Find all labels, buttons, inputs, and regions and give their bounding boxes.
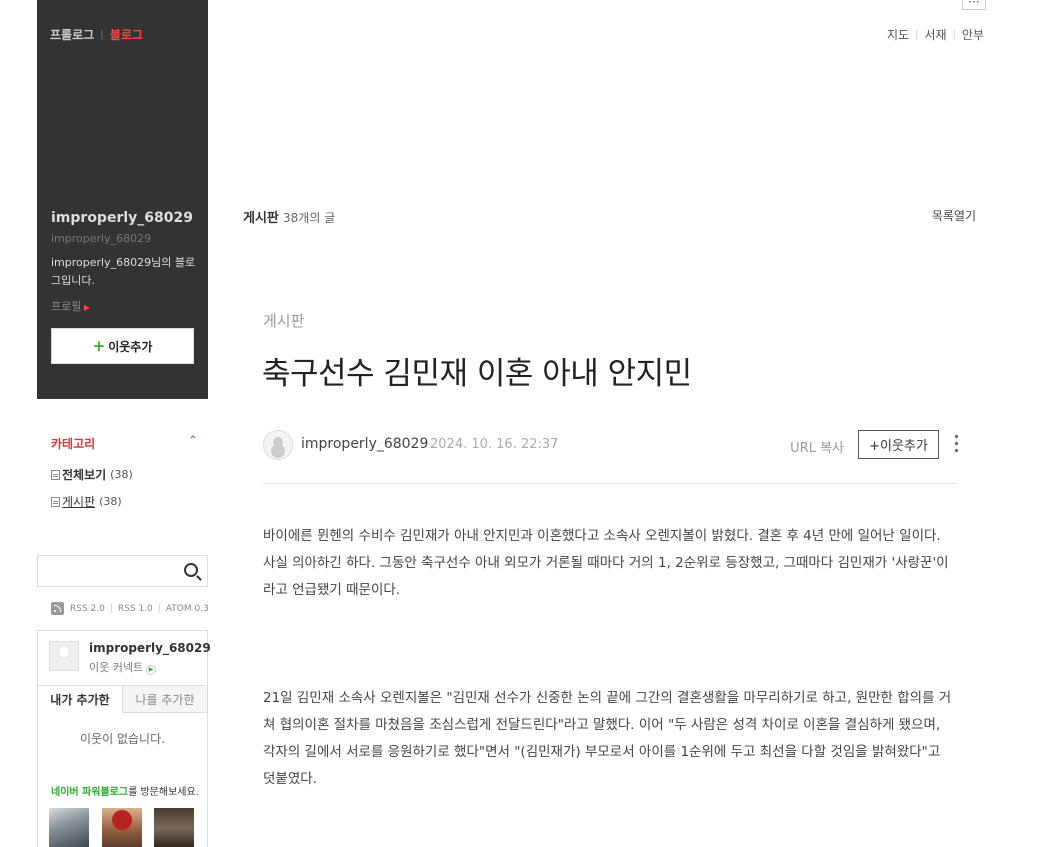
post-paragraph: 21일 김민재 소속사 오렌지볼은 "김민재 선수가 신중한 논의 끝에 그간의… — [263, 690, 952, 787]
blog-intro: improperly_68029님의 블로그입니다. — [51, 256, 196, 287]
author-avatar[interactable] — [263, 430, 293, 460]
separator: | — [915, 29, 919, 40]
category-item-board[interactable]: 게시판 (38) — [51, 493, 122, 510]
search-box — [37, 555, 208, 587]
category-count: (38) — [99, 495, 122, 508]
board-count: 38개의 글 — [283, 211, 336, 225]
top-link-library[interactable]: 서재 — [924, 26, 946, 43]
profile-link[interactable]: 프로필 ▶ — [51, 298, 90, 314]
profile-link-label: 프로필 — [51, 300, 82, 313]
rss-links: RSS 2.0 | RSS 1.0 | ATOM 0.3 — [51, 602, 209, 615]
separator: | — [952, 29, 956, 40]
category-count: (38) — [110, 468, 133, 481]
document-icon — [51, 496, 60, 507]
category-label: 게시판 — [62, 495, 96, 509]
search-icon[interactable] — [184, 563, 198, 577]
power-blog-thumbnail[interactable] — [49, 808, 89, 847]
category-label: 전체보기 — [62, 468, 107, 482]
chevron-up-icon[interactable]: ⌃ — [189, 435, 197, 446]
search-input[interactable] — [38, 556, 173, 586]
top-link-map[interactable]: 지도 — [887, 26, 909, 43]
arrow-right-icon: ▶ — [81, 303, 91, 312]
separator: | — [100, 29, 104, 40]
post-date: 2024. 10. 16. 22:37 — [430, 437, 559, 452]
tab-added-me[interactable]: 나를 추가한 — [122, 686, 207, 713]
blog-profile-panel: 프롤로그 | 블로그 improperly_68029 improperly_6… — [37, 0, 208, 399]
rss-icon — [51, 602, 64, 615]
document-icon — [51, 469, 60, 480]
post-meta: improperly_68029 2024. 10. 16. 22:37 URL… — [263, 429, 959, 461]
neighbor-connect-link[interactable]: 이웃 커넥트 ▶ — [89, 659, 157, 675]
top-links: 지도 | 서재 | 안부 — [887, 26, 984, 43]
power-blog-thumbnail[interactable] — [154, 808, 194, 847]
separator: | — [109, 603, 113, 614]
power-blog-thumbnail[interactable] — [102, 808, 142, 847]
plus-icon: + — [92, 337, 106, 355]
tab-blog[interactable]: 블로그 — [110, 26, 143, 43]
separator: | — [157, 603, 161, 614]
atom-link[interactable]: ATOM 0.3 — [166, 604, 209, 614]
list-open-button[interactable]: 목록열기 — [932, 207, 976, 224]
add-neighbor-button[interactable]: + 이웃추가 — [51, 328, 194, 364]
add-neighbor-label: 이웃추가 — [108, 339, 153, 354]
top-link-guestbook[interactable]: 안부 — [962, 26, 984, 43]
blog-id: improperly_68029 — [51, 232, 152, 245]
board-header: 게시판 38개의 글 — [243, 207, 335, 226]
category-title: 카테고리 — [51, 437, 96, 451]
add-neighbor-post-button[interactable]: +이웃추가 — [858, 430, 939, 459]
empty-neighbors-text: 이웃이 없습니다. — [80, 732, 165, 746]
avatar — [49, 641, 79, 671]
more-menu-icon[interactable]: ··· — [962, 0, 986, 10]
neighbor-connect-label: 이웃 커넥트 — [89, 661, 144, 674]
post-title: 축구선수 김민재 이혼 아내 안지민 — [262, 356, 692, 392]
kebab-menu-icon[interactable] — [955, 435, 959, 455]
category-item-all[interactable]: 전체보기 (38) — [51, 466, 133, 483]
board-title[interactable]: 게시판 — [243, 211, 279, 226]
post-paragraph: 바이에른 뮌헨의 수비수 김민재가 아내 안지민과 이혼했다고 소속사 오렌지볼… — [263, 528, 949, 598]
tab-prologue[interactable]: 프롤로그 — [50, 26, 94, 43]
rss-1-link[interactable]: RSS 1.0 — [118, 604, 153, 614]
post-author[interactable]: improperly_68029 — [301, 436, 428, 452]
neighbor-widget: improperly_68029 이웃 커넥트 ▶ 내가 추가한 나를 추가한 이… — [37, 630, 211, 847]
play-icon: ▶ — [146, 665, 157, 675]
neighbor-tabs: 내가 추가한 나를 추가한 — [38, 685, 207, 713]
rss-2-link[interactable]: RSS 2.0 — [70, 604, 105, 614]
blog-tabs: 프롤로그 | 블로그 — [50, 26, 143, 43]
blog-nickname: improperly_68029 — [51, 210, 193, 226]
post-category[interactable]: 게시판 — [263, 310, 304, 331]
category-header[interactable]: 카테고리 ⌃ — [51, 435, 197, 452]
tab-added-by-me[interactable]: 내가 추가한 — [38, 686, 122, 713]
neighbor-owner-name: improperly_68029 — [89, 641, 211, 655]
power-blog-rest: 를 방문해보세요. — [128, 787, 199, 798]
divider — [263, 483, 956, 484]
power-blog-highlight: 네이버 파워블로그 — [51, 787, 129, 798]
url-copy-button[interactable]: URL 복사 — [790, 437, 844, 456]
power-blog-text[interactable]: 네이버 파워블로그를 방문해보세요. — [51, 783, 199, 798]
